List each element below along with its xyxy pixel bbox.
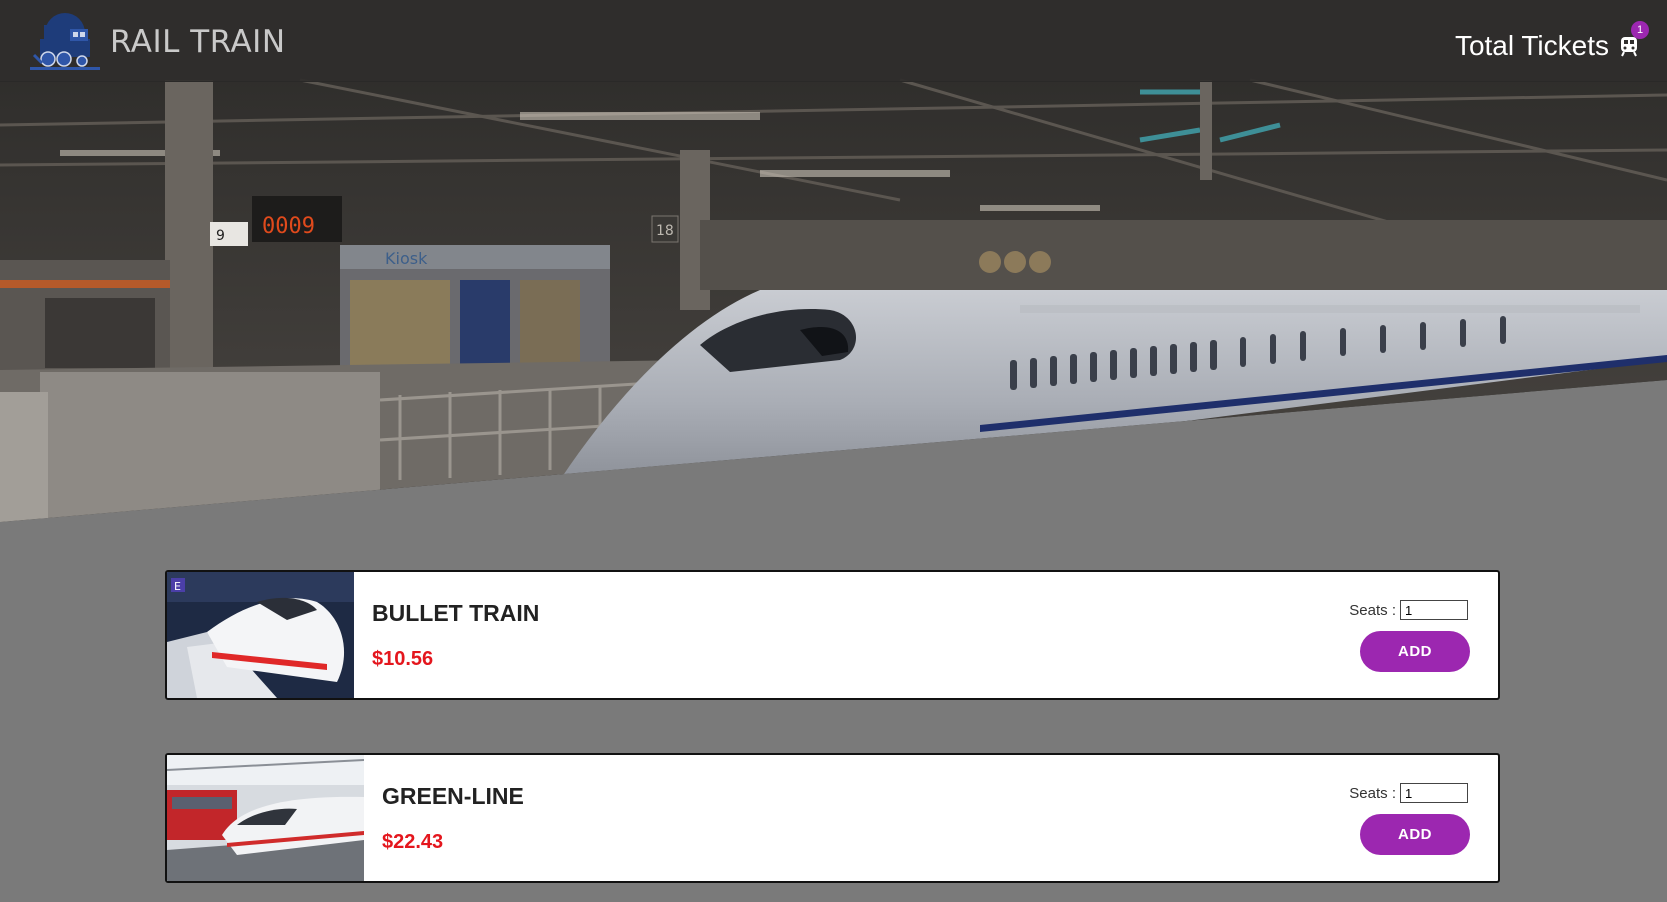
seats-input[interactable] bbox=[1400, 600, 1468, 620]
locomotive-logo-icon bbox=[30, 13, 100, 70]
svg-text:E: E bbox=[174, 580, 181, 593]
train-name: GREEN-LINE bbox=[382, 783, 524, 809]
train-card-green-line: GREEN-LINE $22.43 Seats : ADD bbox=[165, 753, 1500, 883]
seats-input[interactable] bbox=[1400, 783, 1468, 803]
train-card-bullet-train: E BULLET TRAIN $10.56 Seats : ADD bbox=[165, 570, 1500, 700]
station-counter: 0009 bbox=[262, 214, 315, 239]
train-price: $22.43 bbox=[382, 831, 444, 853]
kiosk-sign: Kiosk bbox=[385, 249, 428, 268]
bullet-train-image: E bbox=[167, 572, 354, 698]
total-tickets-button[interactable]: Total Tickets 1 bbox=[1454, 21, 1649, 62]
add-button[interactable]: ADD bbox=[1360, 631, 1470, 672]
platform-sign: 9 bbox=[216, 228, 225, 244]
navbar: RAIL TRAIN Total Tickets 1 bbox=[0, 0, 1667, 82]
brand-link[interactable]: RAIL TRAIN bbox=[30, 11, 286, 73]
train-name: BULLET TRAIN bbox=[372, 600, 540, 626]
train-ticket-icon: 1 bbox=[1619, 21, 1649, 57]
seats-label: Seats : bbox=[1349, 601, 1396, 619]
seats-field: Seats : bbox=[1349, 600, 1468, 620]
green-line-train-image bbox=[167, 755, 364, 881]
platform-number: 18 bbox=[656, 223, 674, 239]
seats-field: Seats : bbox=[1349, 783, 1468, 803]
brand-name: RAIL TRAIN bbox=[110, 24, 286, 60]
train-price: $10.56 bbox=[372, 648, 434, 670]
total-tickets-label: Total Tickets bbox=[1454, 30, 1609, 61]
seats-label: Seats : bbox=[1349, 784, 1396, 802]
ticket-count-badge: 1 bbox=[1631, 21, 1649, 39]
add-button[interactable]: ADD bbox=[1360, 814, 1470, 855]
